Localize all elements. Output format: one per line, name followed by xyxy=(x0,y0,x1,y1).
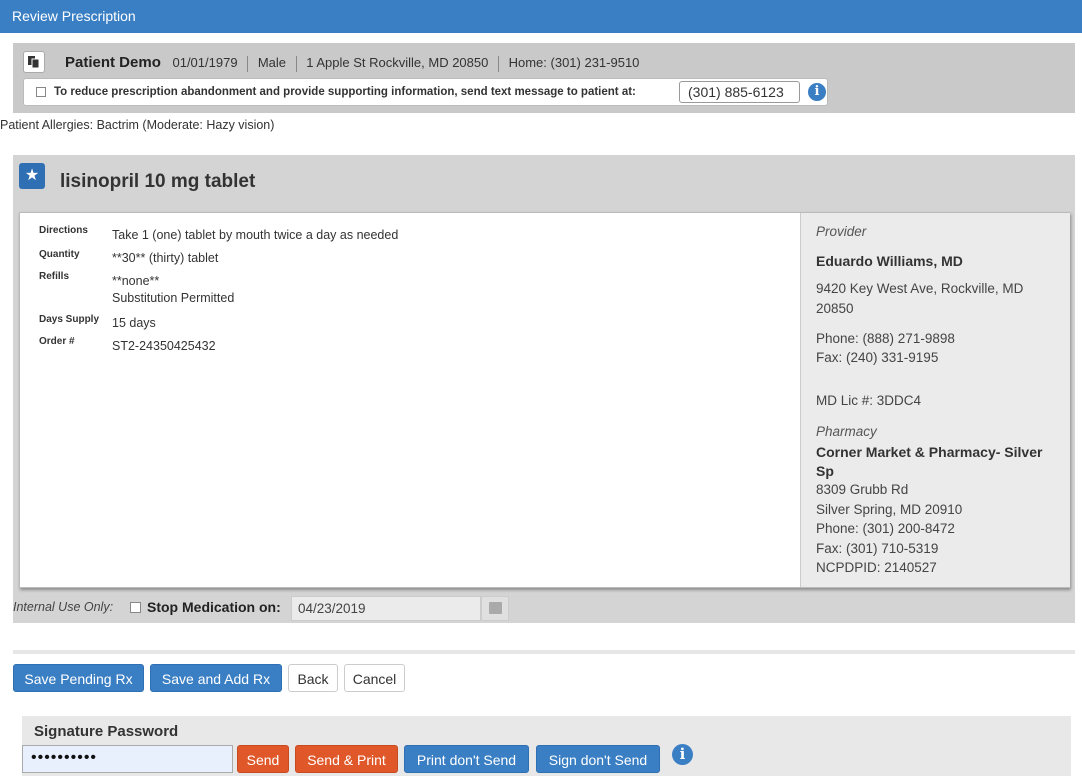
info-icon[interactable]: i xyxy=(808,83,826,101)
quantity-value: **30** (thirty) tablet xyxy=(112,251,219,265)
calendar-button[interactable] xyxy=(481,596,509,621)
patient-address: 1 Apple St Rockville, MD 20850 xyxy=(306,55,489,70)
save-pending-rx-button[interactable]: Save Pending Rx xyxy=(13,664,144,692)
save-and-add-rx-button[interactable]: Save and Add Rx xyxy=(150,664,282,692)
provider-pharmacy-sidebar: Provider Eduardo Williams, MD 9420 Key W… xyxy=(800,213,1070,587)
patient-name: Patient Demo xyxy=(65,54,161,71)
stop-medication-row: Internal Use Only: Stop Medication on: 0… xyxy=(13,596,1075,621)
cancel-button[interactable]: Cancel xyxy=(344,664,405,692)
back-button[interactable]: Back xyxy=(288,664,338,692)
patient-header: Patient Demo 01/01/1979 Male 1 Apple St … xyxy=(13,43,1075,113)
patient-home-phone: Home: (301) 231-9510 xyxy=(508,55,640,70)
pharmacy-heading: Pharmacy xyxy=(816,424,877,439)
signature-label: Signature Password xyxy=(34,723,179,740)
sms-consent-checkbox[interactable] xyxy=(36,87,46,97)
days-supply-value: 15 days xyxy=(112,316,156,330)
quantity-label: Quantity xyxy=(39,249,80,260)
patient-allergies: Patient Allergies: Bactrim (Moderate: Ha… xyxy=(0,118,275,132)
send-button[interactable]: Send xyxy=(237,745,289,773)
info-icon[interactable]: i xyxy=(672,744,693,765)
sign-dont-send-button[interactable]: Sign don't Send xyxy=(536,745,660,773)
separator xyxy=(497,55,499,72)
order-label: Order # xyxy=(39,336,75,347)
prescription-details-card: Directions Take 1 (one) tablet by mouth … xyxy=(19,212,1070,588)
sms-consent-label: To reduce prescription abandonment and p… xyxy=(54,86,636,98)
provider-name: Eduardo Williams, MD xyxy=(816,253,963,269)
separator xyxy=(247,55,249,72)
internal-use-label: Internal Use Only: xyxy=(13,600,114,614)
print-dont-send-button[interactable]: Print don't Send xyxy=(404,745,529,773)
substitution-value: Substitution Permitted xyxy=(112,291,235,305)
signature-panel: Signature Password •••••••••• Send Send … xyxy=(22,716,1071,776)
copy-icon[interactable] xyxy=(23,51,45,73)
calendar-icon xyxy=(489,602,502,614)
pharmacy-address-line2: Silver Spring, MD 20910 xyxy=(816,502,963,517)
provider-fax: Fax: (240) 331-9195 xyxy=(816,350,939,365)
refills-value: **none** xyxy=(112,274,160,288)
favorite-button[interactable]: ★ xyxy=(19,163,45,189)
provider-address-line2: 20850 xyxy=(816,301,854,316)
pharmacy-name-line1: Corner Market & Pharmacy- Silver xyxy=(816,444,1043,460)
stop-date-input[interactable]: 04/23/2019 xyxy=(291,596,481,621)
directions-label: Directions xyxy=(39,225,88,236)
patient-dob: 01/01/1979 xyxy=(172,55,238,70)
pharmacy-name-line2: Sp xyxy=(816,463,834,479)
copy-icon-glyph xyxy=(28,56,40,68)
provider-heading: Provider xyxy=(816,224,867,239)
order-value: ST2-24350425432 xyxy=(112,339,216,353)
provider-license: MD Lic #: 3DDC4 xyxy=(816,393,922,408)
send-and-print-button[interactable]: Send & Print xyxy=(295,745,398,773)
pharmacy-ncpdpid: NCPDPID: 2140527 xyxy=(816,560,937,575)
separator xyxy=(295,55,297,72)
provider-phone: Phone: (888) 271-9898 xyxy=(816,331,955,346)
directions-value: Take 1 (one) tablet by mouth twice a day… xyxy=(112,228,399,242)
signature-password-input[interactable]: •••••••••• xyxy=(22,745,233,773)
drug-name: lisinopril 10 mg tablet xyxy=(60,171,256,192)
sms-phone-input[interactable]: (301) 885-6123 xyxy=(679,81,800,103)
pharmacy-address-line1: 8309 Grubb Rd xyxy=(816,482,909,497)
stop-medication-label: Stop Medication on: xyxy=(147,599,281,615)
days-supply-label: Days Supply xyxy=(39,314,100,325)
provider-address-line1: 9420 Key West Ave, Rockville, MD xyxy=(816,281,1024,296)
pharmacy-fax: Fax: (301) 710-5319 xyxy=(816,541,939,556)
patient-info-line: Patient Demo 01/01/1979 Male 1 Apple St … xyxy=(65,54,639,72)
prescription-panel: ★ lisinopril 10 mg tablet Directions Tak… xyxy=(13,155,1075,623)
window-title: Review Prescription xyxy=(0,0,1082,33)
section-divider xyxy=(13,650,1075,654)
internal-use-checkbox[interactable] xyxy=(130,602,141,613)
refills-label: Refills xyxy=(39,271,70,282)
star-icon: ★ xyxy=(24,167,40,184)
pharmacy-phone: Phone: (301) 200-8472 xyxy=(816,521,955,536)
patient-gender: Male xyxy=(257,55,286,70)
sms-consent-box: To reduce prescription abandonment and p… xyxy=(23,78,828,106)
